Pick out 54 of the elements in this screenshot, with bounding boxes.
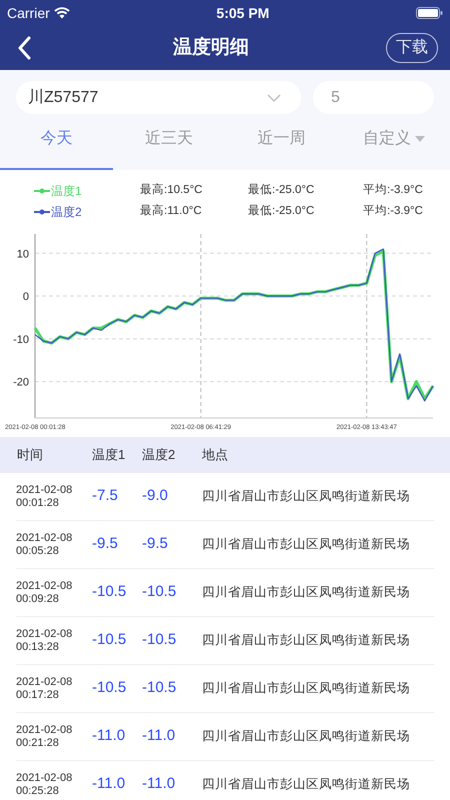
temperature-value: -10.5 [142, 679, 176, 696]
date-cell-text: 2021-02-08 [16, 676, 74, 688]
time-cell-text: 00:05:28 [16, 544, 60, 558]
max-stat: 最高:10.5°C [140, 182, 204, 198]
min-stat: 最低:-25.0°C [248, 182, 316, 198]
location-cell: 四川省眉山市彭山区凤鸣街道新民场 [202, 729, 410, 744]
date-cell-text: 2021-02-08 [16, 724, 74, 736]
temperature-value: -10.5 [142, 631, 176, 648]
temperature-value: -10.5 [92, 631, 126, 648]
temperature-value: -9.0 [142, 487, 168, 504]
time-cell-text: 00:09:28 [16, 592, 60, 606]
date-cell-text: 2021-02-08 [16, 484, 74, 496]
temperature-value: -10.5 [142, 583, 176, 600]
time-cell-text: 00:25:28 [16, 784, 60, 798]
column-header: 温度2 [142, 447, 176, 462]
avg-stat: 平均:-3.9°C [363, 182, 424, 198]
time-cell-text: 00:17:28 [16, 688, 60, 702]
column-header: 时间 [17, 447, 43, 462]
date-cell-text: 2021-02-08 [16, 772, 74, 784]
y-tick-label: 10 [16, 248, 29, 260]
temperature-value: -9.5 [142, 535, 168, 552]
date-cell-text: 2021-02-08 [16, 532, 74, 544]
time-cell-text: 00:21:28 [16, 736, 60, 750]
temperature-value: -7.5 [92, 487, 118, 504]
temperature-value: -10.5 [92, 679, 126, 696]
y-tick-label: -20 [13, 376, 29, 389]
carrier-label: Carrier [7, 4, 50, 22]
page-title: 温度明细 [173, 36, 249, 60]
legend-label: 温度1 [51, 183, 82, 200]
location-cell: 四川省眉山市彭山区凤鸣街道新民场 [202, 633, 410, 648]
min-stat: 最低:-25.0°C [248, 204, 316, 220]
location-cell: 四川省眉山市彭山区凤鸣街道新民场 [202, 585, 410, 600]
temperature-value: -11.0 [142, 727, 176, 744]
date-cell-text: 2021-02-08 [16, 628, 74, 640]
location-cell: 四川省眉山市彭山区凤鸣街道新民场 [202, 777, 410, 792]
temperature-value: -10.5 [92, 583, 126, 600]
column-header: 地点 [202, 447, 228, 462]
location-cell: 四川省眉山市彭山区凤鸣街道新民场 [202, 537, 410, 552]
temperature-value: -9.5 [92, 535, 118, 552]
location-cell: 四川省眉山市彭山区凤鸣街道新民场 [202, 489, 410, 504]
time-cell-text: 00:01:28 [16, 496, 60, 510]
status-time: 5:05 PM [216, 4, 270, 22]
y-tick-label: -10 [13, 334, 29, 346]
legend-label: 温度2 [51, 204, 82, 221]
temperature-value: -11.0 [92, 775, 126, 792]
date-cell-text: 2021-02-08 [16, 580, 74, 592]
column-header: 温度1 [92, 447, 126, 462]
avg-stat: 平均:-3.9°C [363, 204, 424, 220]
temperature-value: -11.0 [92, 727, 126, 744]
max-stat: 最高:11.0°C [140, 203, 203, 220]
temperature-value: -11.0 [142, 775, 176, 792]
location-cell: 四川省眉山市彭山区凤鸣街道新民场 [202, 681, 410, 696]
y-tick-label: 0 [22, 291, 29, 304]
time-cell-text: 00:13:28 [16, 640, 60, 654]
